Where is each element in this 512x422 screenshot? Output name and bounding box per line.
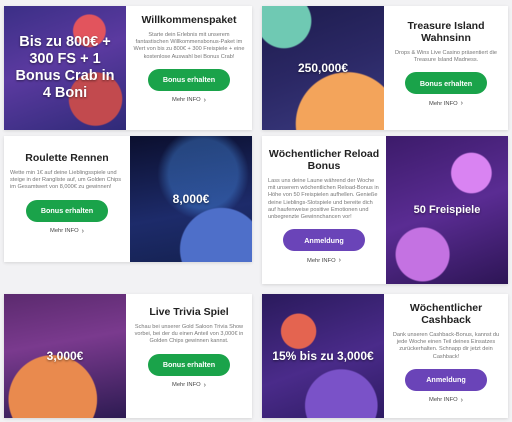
promo-image-trivia: 3,000€ <box>4 294 126 418</box>
chevron-right-icon: › <box>460 396 463 404</box>
promo-body: Wöchentlicher Cashback Dank unseren Cash… <box>384 294 508 418</box>
bonus-button[interactable]: Bonus erhalten <box>405 72 487 95</box>
register-button[interactable]: Anmeldung <box>405 368 487 391</box>
promo-image-text: 8,000€ <box>172 192 210 206</box>
promo-title: Treasure Island Wahnsinn <box>407 20 485 44</box>
promo-card-reload: Wöchentlicher Reload Bonus Lass uns dein… <box>262 136 508 284</box>
promo-description: Lass uns deine Laune während der Woche m… <box>268 178 379 221</box>
promo-description: Schau bei unserer Gold Saloon Trivia Sho… <box>134 324 244 345</box>
more-info-label: Mehr INFO <box>171 97 201 104</box>
more-info-label: Mehr INFO <box>49 228 79 235</box>
promo-image-text: 3,000€ <box>46 349 84 363</box>
promo-image-text: 250,000€ <box>297 61 349 75</box>
bonus-button[interactable]: Bonus erhalten <box>148 353 230 376</box>
promo-image-text: 50 Freispiele <box>413 204 481 216</box>
promo-image-cashback: 15% bis zu 3,000€ <box>262 294 384 418</box>
chevron-right-icon: › <box>81 227 84 235</box>
bonus-button[interactable]: Bonus erhalten <box>26 199 108 222</box>
bonus-button[interactable]: Bonus erhalten <box>148 68 230 91</box>
promo-title: Live Trivia Spiel <box>149 306 229 318</box>
promo-title: Willkommenspaket <box>141 14 237 26</box>
promo-card-treasure-island: 250,000€ Treasure Island Wahnsinn Drops … <box>262 6 508 130</box>
more-info-link[interactable]: Mehr INFO › <box>172 382 206 389</box>
promo-card-cashback: 15% bis zu 3,000€ Wöchentlicher Cashback… <box>262 294 508 418</box>
more-info-label: Mehr INFO <box>428 100 458 107</box>
promo-body: Wöchentlicher Reload Bonus Lass uns dein… <box>262 136 386 284</box>
chevron-right-icon: › <box>460 100 463 108</box>
promo-description: Dank unseren Cashback-Bonus, kannst du j… <box>392 332 500 360</box>
more-info-link[interactable]: Mehr INFO › <box>307 257 341 264</box>
promo-body: Roulette Rennen Wette min 1€ auf deine L… <box>4 136 130 262</box>
chevron-right-icon: › <box>203 381 206 389</box>
more-info-link[interactable]: Mehr INFO › <box>429 100 463 107</box>
promo-image-treasure-island: 250,000€ <box>262 6 384 130</box>
promo-title: Roulette Rennen <box>25 152 109 164</box>
promo-image-welcome: Bis zu 800€ + 300 FS + 1 Bonus Crab in 4… <box>4 6 126 130</box>
promo-card-roulette: Roulette Rennen Wette min 1€ auf deine L… <box>4 136 252 262</box>
promo-title: Wöchentlicher Cashback <box>409 302 483 326</box>
promo-card-welcome: Bis zu 800€ + 300 FS + 1 Bonus Crab in 4… <box>4 6 252 130</box>
promo-body: Live Trivia Spiel Schau bei unserer Gold… <box>126 294 252 418</box>
chevron-right-icon: › <box>203 96 206 104</box>
more-info-label: Mehr INFO <box>306 257 336 264</box>
register-button[interactable]: Anmeldung <box>283 229 365 252</box>
more-info-link[interactable]: Mehr INFO › <box>172 97 206 104</box>
promo-body: Willkommenspaket Starte dein Erlebnis mi… <box>126 6 252 130</box>
promo-description: Wette min 1€ auf deine Lieblingsspiele u… <box>10 170 122 191</box>
more-info-label: Mehr INFO <box>428 397 458 404</box>
promo-description: Drops & Wins Live Casino präsentiert die… <box>395 50 497 64</box>
promo-image-roulette: 8,000€ <box>130 136 252 262</box>
promo-image-text: Bis zu 800€ + 300 FS + 1 Bonus Crab in 4… <box>15 34 115 101</box>
promo-description: Starte dein Erlebnis mit unserem fantast… <box>133 32 245 60</box>
more-info-link[interactable]: Mehr INFO › <box>429 397 463 404</box>
promo-image-text: 15% bis zu 3,000€ <box>272 349 374 363</box>
more-info-label: Mehr INFO <box>171 382 201 389</box>
promo-title: Wöchentlicher Reload Bonus <box>268 148 380 172</box>
promo-image-reload: 50 Freispiele <box>386 136 508 284</box>
promo-body: Treasure Island Wahnsinn Drops & Wins Li… <box>384 6 508 130</box>
chevron-right-icon: › <box>338 257 341 265</box>
promo-card-trivia: 3,000€ Live Trivia Spiel Schau bei unser… <box>4 294 252 418</box>
more-info-link[interactable]: Mehr INFO › <box>50 228 84 235</box>
